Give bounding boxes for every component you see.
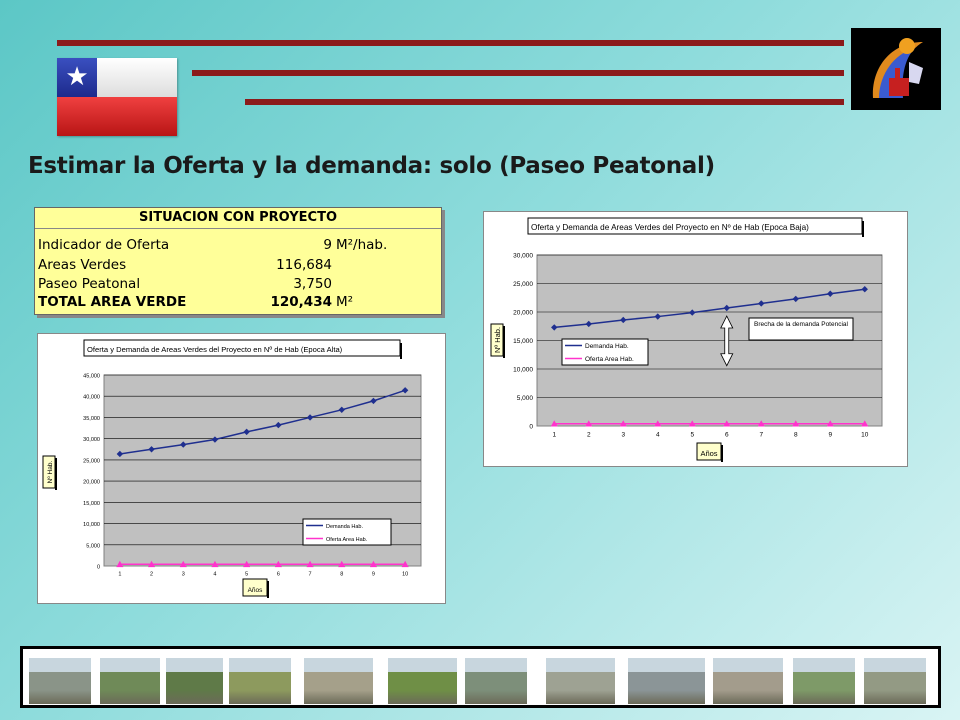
chart-title: Oferta y Demanda de Areas Verdes del Pro… xyxy=(531,223,809,232)
municipal-logo-icon xyxy=(851,28,941,110)
trees-photo xyxy=(100,658,160,704)
y-axis-label-shadow xyxy=(55,458,57,490)
x-tick-label: 9 xyxy=(828,432,832,439)
x-tick-label: 5 xyxy=(690,432,694,439)
y-tick-label: 10,000 xyxy=(83,522,100,528)
y-tick-label: 5,000 xyxy=(517,395,534,402)
legend-label: Oferta Area Hab. xyxy=(326,537,368,543)
row-value: 9 xyxy=(323,237,332,253)
chart-epoca-alta-svg: Oferta y Demanda de Areas Verdes del Pro… xyxy=(42,339,422,598)
annotation-text: Brecha de la demanda Potencial xyxy=(754,321,848,328)
chart-title-shadow xyxy=(400,343,402,359)
top-bar xyxy=(57,40,844,46)
table-divider xyxy=(35,228,441,229)
y-tick-label: 15,000 xyxy=(513,338,533,345)
flag-star-icon: ★ xyxy=(65,62,89,92)
row-label: Paseo Peatonal xyxy=(38,276,141,292)
y-tick-label: 10,000 xyxy=(513,367,533,374)
rocky-bank-photo xyxy=(713,658,783,704)
page-title: Estimar la Oferta y la demanda: solo (Pa… xyxy=(28,153,715,179)
x-tick-label: 1 xyxy=(552,432,556,439)
y-tick-label: 0 xyxy=(529,424,533,431)
chart-title: Oferta y Demanda de Areas Verdes del Pro… xyxy=(87,345,343,354)
x-tick-label: 3 xyxy=(182,572,185,578)
poplar-trees-photo xyxy=(465,658,527,704)
y-axis-label: Nº Hab. xyxy=(493,327,502,353)
middle-bar xyxy=(192,70,844,76)
x-axis-label: Años xyxy=(700,449,717,458)
x-tick-label: 7 xyxy=(759,432,763,439)
x-tick-label: 4 xyxy=(656,432,660,439)
table-row: Indicador de Oferta 9 M²/hab. xyxy=(38,237,436,256)
bridge-photo xyxy=(628,658,705,704)
row-value: 116,684 xyxy=(276,257,332,273)
x-tick-label: 10 xyxy=(861,432,869,439)
y-axis-label: Nº Hab. xyxy=(47,461,54,484)
y-tick-label: 15,000 xyxy=(83,501,100,507)
x-tick-label: 2 xyxy=(587,432,591,439)
chart-title-shadow xyxy=(862,221,864,237)
x-tick-label: 2 xyxy=(150,572,153,578)
chart-epoca-alta: Oferta y Demanda de Areas Verdes del Pro… xyxy=(37,333,446,604)
y-axis-label-shadow xyxy=(503,326,505,358)
row-label: Areas Verdes xyxy=(38,257,127,273)
annotation-wrapper: Brecha de la demanda Potencial xyxy=(754,321,848,328)
x-tick-label: 8 xyxy=(340,572,343,578)
table-row: Areas Verdes 116,684 xyxy=(38,257,436,276)
table-row-total: TOTAL AREA VERDE 120,434 M² xyxy=(38,294,436,313)
photo-strip xyxy=(20,646,941,708)
x-tick-label: 5 xyxy=(245,572,248,578)
y-tick-label: 30,000 xyxy=(513,253,533,260)
x-axis-label: Años xyxy=(248,587,264,594)
table-header: SITUACION CON PROYECTO xyxy=(139,210,337,225)
chile-flag-icon: ★ xyxy=(57,58,177,136)
legend-label: Demanda Hab. xyxy=(326,524,363,530)
y-tick-label: 0 xyxy=(97,565,100,571)
river-channel-photo xyxy=(29,658,91,704)
chart-epoca-baja: Oferta y Demanda de Areas Verdes del Pro… xyxy=(483,211,908,467)
y-tick-label: 35,000 xyxy=(83,416,100,422)
dry-field-photo xyxy=(304,658,373,704)
y-tick-label: 45,000 xyxy=(83,374,100,380)
x-tick-label: 9 xyxy=(372,572,375,578)
row-value: 3,750 xyxy=(293,276,332,292)
row-label: Indicador de Oferta xyxy=(38,237,170,253)
row-value: 120,434 xyxy=(270,294,333,310)
path-photo xyxy=(229,658,291,704)
row-unit: M²/hab. xyxy=(336,237,388,253)
x-tick-label: 6 xyxy=(277,572,280,578)
x-tick-label: 1 xyxy=(118,572,121,578)
grass-field-photo xyxy=(388,658,457,704)
vegetation-photo xyxy=(166,658,223,704)
willow-tree-photo xyxy=(793,658,855,704)
x-tick-label: 10 xyxy=(402,572,408,578)
row-unit: M² xyxy=(336,294,354,310)
x-tick-label: 7 xyxy=(309,572,312,578)
summary-table: SITUACION CON PROYECTO Indicador de Ofer… xyxy=(34,207,442,315)
x-axis-label-shadow xyxy=(267,581,269,598)
y-tick-label: 40,000 xyxy=(83,395,100,401)
riverbank-photo xyxy=(546,658,615,704)
x-tick-label: 4 xyxy=(213,572,216,578)
y-tick-label: 25,000 xyxy=(513,281,533,288)
y-tick-label: 30,000 xyxy=(83,437,100,443)
legend-label: Demanda Hab. xyxy=(585,343,629,350)
table-row: Paseo Peatonal 3,750 xyxy=(38,276,436,295)
x-tick-label: 8 xyxy=(794,432,798,439)
canal-photo xyxy=(864,658,926,704)
legend-label: Oferta Area Hab. xyxy=(585,356,634,363)
y-tick-label: 25,000 xyxy=(83,458,100,464)
y-tick-label: 20,000 xyxy=(513,310,533,317)
bottom-bar xyxy=(245,99,844,105)
flag-red-stripe xyxy=(57,97,177,136)
x-tick-label: 3 xyxy=(621,432,625,439)
y-tick-label: 5,000 xyxy=(86,543,100,549)
y-tick-label: 20,000 xyxy=(83,480,100,486)
x-axis-label-shadow xyxy=(721,445,723,462)
x-tick-label: 6 xyxy=(725,432,729,439)
row-label: TOTAL AREA VERDE xyxy=(38,294,187,310)
chart-epoca-baja-svg: Oferta y Demanda de Areas Verdes del Pro… xyxy=(490,217,883,462)
